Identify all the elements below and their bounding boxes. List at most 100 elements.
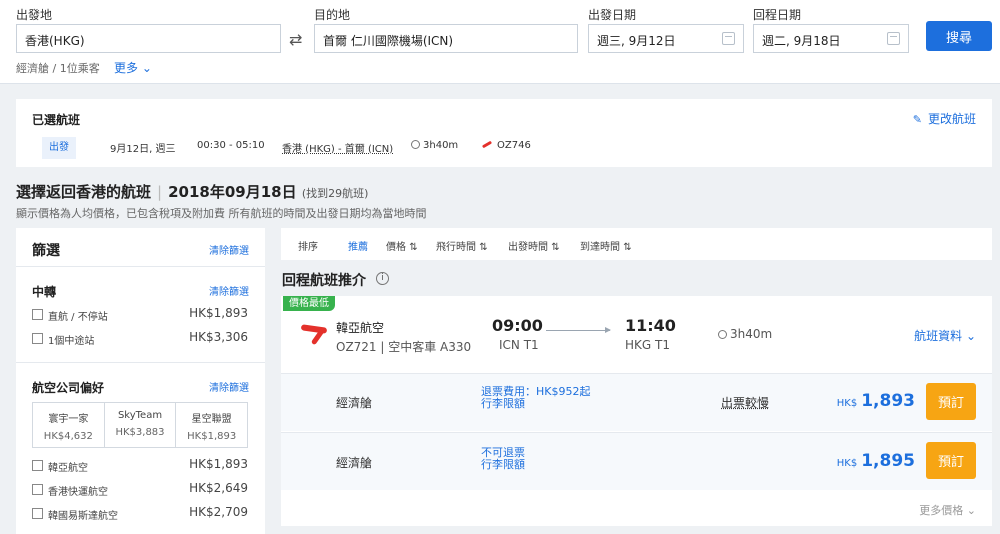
option-price: HK$2,709 xyxy=(189,505,248,519)
baggage-link[interactable]: 行李限額 xyxy=(481,398,525,410)
alliance-star[interactable]: 星空聯盟 HK$1,893 xyxy=(176,403,247,447)
alliance-name: 寰宇一家 xyxy=(48,414,89,425)
origin-field[interactable]: 香港(HKG) xyxy=(16,24,281,53)
chevron-down-icon: ⌄ xyxy=(965,329,976,343)
airline-pref-title: 航空公司偏好 xyxy=(32,381,105,395)
departure-airport: ICN T1 xyxy=(499,338,539,352)
selected-time: 00:30 - 05:10 xyxy=(197,140,265,151)
selected-flight-title: 已選航班 xyxy=(32,113,81,127)
book-button[interactable]: 預訂 xyxy=(926,383,976,420)
option-label: 韓國易斯達航空 xyxy=(48,511,118,522)
airline-option[interactable]: 香港快運航空 HK$2,649 xyxy=(32,481,248,498)
fare-row: 經濟艙 退票費用：HK$952起 行李限額 出票較慢 HK$ 1,893 預訂 xyxy=(281,373,992,431)
sort-arrows-icon: ⇅ xyxy=(551,242,560,253)
alliance-name: 星空聯盟 xyxy=(191,414,232,425)
sort-duration[interactable]: 飛行時間 ⇅ xyxy=(436,238,488,253)
stops-option-one[interactable]: 1個中途站 HK$3,306 xyxy=(32,330,248,347)
lowest-price-badge: 價格最低 xyxy=(283,296,335,311)
filter-panel: 篩選 清除篩選 中轉 清除篩選 直航 / 不停站 HK$1,893 1個中途站 … xyxy=(16,228,265,534)
origin-label: 出發地 xyxy=(16,8,53,22)
more-options-link[interactable]: 更多 ⌄ xyxy=(114,59,152,76)
selected-duration-value: 3h40m xyxy=(423,140,459,151)
more-prices-label: 更多價格 xyxy=(919,504,964,517)
depart-date-field[interactable]: 週三, 9月12日 xyxy=(588,24,744,53)
selected-flight-card: 已選航班 ✎ 更改航班 出發 9月12日, 週三 00:30 - 05:10 香港… xyxy=(16,99,992,167)
flight-duration: 3h40m xyxy=(718,327,772,341)
alliance-name: SkyTeam xyxy=(117,410,163,421)
more-prices-link[interactable]: 更多價格 ⌄ xyxy=(919,502,976,518)
airline-option[interactable]: 韓亞航空 HK$1,893 xyxy=(32,457,248,474)
airline-option[interactable]: 韓國易斯達航空 HK$2,709 xyxy=(32,505,248,522)
calendar-icon xyxy=(722,32,735,45)
fare-price: HK$ 1,893 xyxy=(837,391,915,411)
clock-icon xyxy=(411,140,420,149)
clear-stops-link[interactable]: 清除篩選 xyxy=(209,283,249,298)
selected-date: 9月12日, 週三 xyxy=(110,144,176,155)
airline-logo-icon xyxy=(482,141,494,149)
chevron-down-icon: ⌄ xyxy=(966,504,976,517)
sort-label: 排序 xyxy=(298,242,318,253)
fare-price: HK$ 1,895 xyxy=(837,451,915,471)
option-label: 香港快運航空 xyxy=(48,487,108,498)
search-button[interactable]: 搜尋 xyxy=(926,21,992,51)
checkbox[interactable] xyxy=(32,309,43,320)
clear-airline-link[interactable]: 清除篩選 xyxy=(209,379,249,394)
airline-logo-icon xyxy=(301,324,329,346)
option-label: 1個中途站 xyxy=(48,336,95,347)
recommend-title: 回程航班推介 xyxy=(282,273,366,289)
option-label: 直航 / 不停站 xyxy=(48,312,108,323)
book-button[interactable]: 預訂 xyxy=(926,442,976,479)
sort-arrows-icon: ⇅ xyxy=(623,242,632,253)
search-bar: 出發地 香港(HKG) ⇄ 目的地 首爾 仁川國際機場(ICN) 出發日期 週三… xyxy=(0,0,1000,84)
sort-option-label: 出發時間 xyxy=(508,242,548,253)
sort-departure[interactable]: 出發時間 ⇅ xyxy=(508,238,560,253)
fare-amount: 1,895 xyxy=(861,451,915,471)
sort-bar: 排序 推薦 價格 ⇅ 飛行時間 ⇅ 出發時間 ⇅ 到達時間 ⇅ xyxy=(281,228,992,260)
stops-title: 中轉 xyxy=(32,285,57,299)
alliance-price: HK$3,883 xyxy=(115,427,165,438)
page-title-text: 選擇返回香港的航班 xyxy=(16,183,152,201)
alliance-price: HK$1,893 xyxy=(187,431,237,442)
flight-details-link[interactable]: 航班資料 ⌄ xyxy=(914,327,976,344)
sort-price[interactable]: 價格 ⇅ xyxy=(386,238,418,253)
swap-icon[interactable]: ⇄ xyxy=(289,30,302,49)
flight-number-aircraft: OZ721 | 空中客車 A330... xyxy=(336,340,471,354)
calendar-icon xyxy=(887,32,900,45)
sort-option-label: 飛行時間 xyxy=(436,242,476,253)
selected-duration: 3h40m xyxy=(411,140,458,151)
depart-tag: 出發 xyxy=(42,137,76,159)
more-label: 更多 xyxy=(114,61,139,75)
flight-card: 價格最低 韓亞航空 OZ721 | 空中客車 A330... 09:00 ICN… xyxy=(281,296,992,526)
sort-recommended[interactable]: 推薦 xyxy=(348,238,368,253)
flight-details-label: 航班資料 xyxy=(914,329,963,343)
option-price: HK$3,306 xyxy=(189,330,248,344)
alliance-oneworld[interactable]: 寰宇一家 HK$4,632 xyxy=(33,403,105,447)
clear-all-filters-link[interactable]: 清除篩選 xyxy=(209,242,249,257)
change-flight-link[interactable]: ✎ 更改航班 xyxy=(913,110,976,127)
fare-cabin: 經濟艙 xyxy=(336,456,373,470)
checkbox[interactable] xyxy=(32,508,43,519)
option-price: HK$1,893 xyxy=(189,306,248,320)
info-icon[interactable]: i xyxy=(376,272,389,285)
alliance-skyteam[interactable]: SkyTeam HK$3,883 xyxy=(105,403,177,447)
checkbox[interactable] xyxy=(32,333,43,344)
alliance-selector: 寰宇一家 HK$4,632 SkyTeam HK$3,883 星空聯盟 HK$1… xyxy=(32,402,248,448)
selected-route: 香港 (HKG) - 首爾 (ICN) xyxy=(282,144,394,155)
sort-arrival[interactable]: 到達時間 ⇅ xyxy=(580,238,632,253)
stops-option-direct[interactable]: 直航 / 不停站 HK$1,893 xyxy=(32,306,248,323)
price-note: 顯示價格為人均價格，已包含稅項及附加費 所有航班的時間及出發日期均為當地時間 xyxy=(16,207,427,220)
checkbox[interactable] xyxy=(32,460,43,471)
clock-icon xyxy=(718,330,727,339)
sort-arrows-icon: ⇅ xyxy=(409,242,418,253)
return-date-field[interactable]: 週二, 9月18日 xyxy=(753,24,909,53)
selected-flight-value: OZ746 xyxy=(497,140,531,151)
cabin-passengers[interactable]: 經濟艙 / 1位乘客 xyxy=(16,60,100,76)
page-title: 選擇返回香港的航班 | 2018年09月18日 (找到29航班) xyxy=(16,181,368,202)
baggage-link[interactable]: 行李限額 xyxy=(481,459,525,471)
divider xyxy=(16,266,265,267)
option-label: 韓亞航空 xyxy=(48,463,88,474)
fare-currency: HK$ xyxy=(836,458,858,469)
option-price: HK$2,649 xyxy=(189,481,248,495)
destination-field[interactable]: 首爾 仁川國際機場(ICN) xyxy=(314,24,578,53)
checkbox[interactable] xyxy=(32,484,43,495)
